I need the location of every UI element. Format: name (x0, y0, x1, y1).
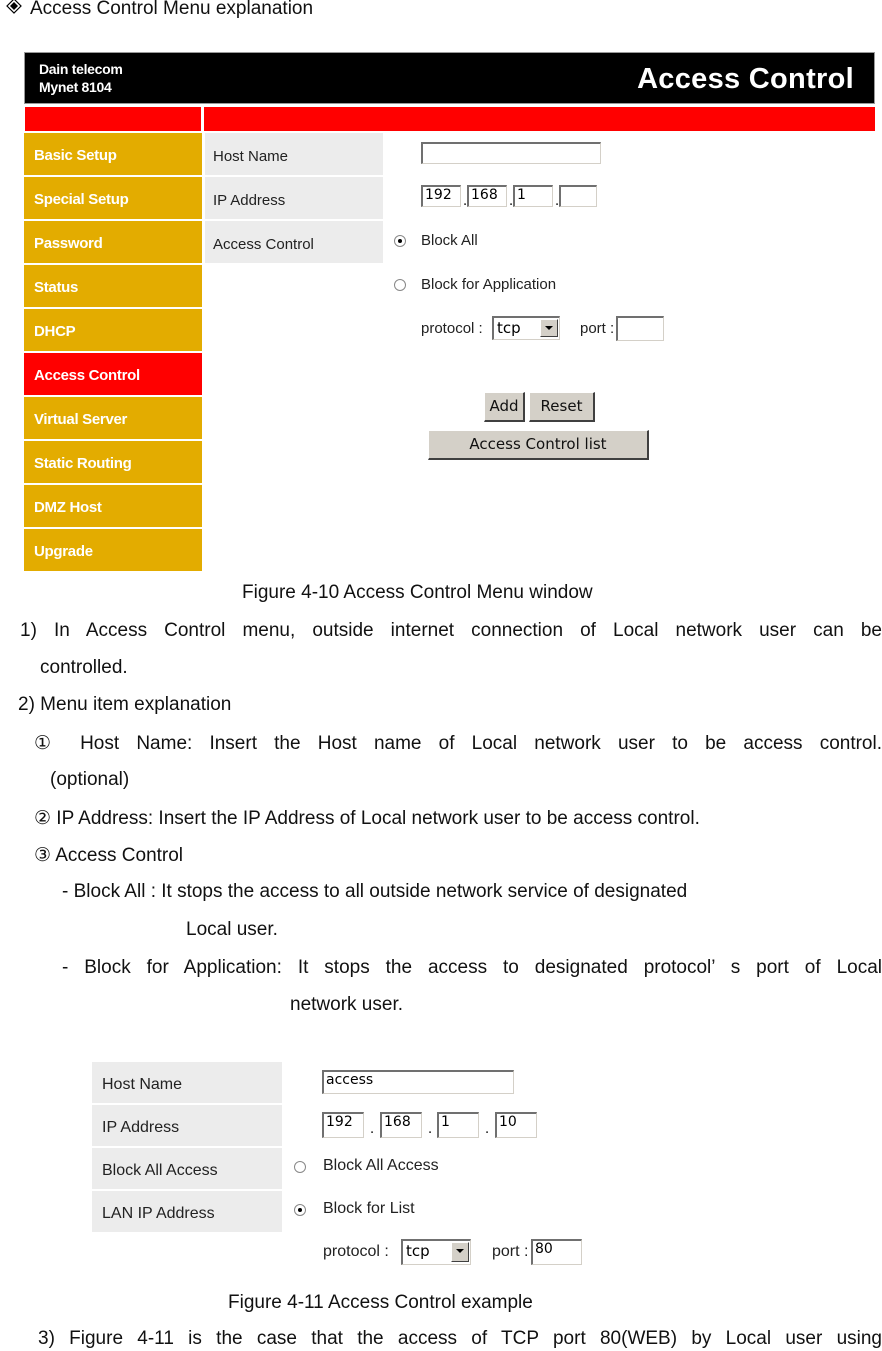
example-block-for-list-label: Block for List (323, 1200, 415, 1217)
sidebar-item-dmz-host[interactable]: DMZ Host (24, 485, 202, 527)
example-block-all-access-radio[interactable] (294, 1161, 306, 1173)
protocol-select-value: tcp (497, 319, 521, 337)
sidebar-item-access-control[interactable]: Access Control (24, 353, 202, 395)
paragraph-2: 2) Menu item explanation (18, 694, 232, 715)
brand-line1: Dain telecom (39, 61, 123, 77)
example-ip-octet-3-input[interactable]: 1 (437, 1112, 479, 1138)
protocol-select[interactable]: tcp (492, 316, 560, 340)
block-all-desc-line-1: - Block All : It stops the access to all… (62, 881, 688, 902)
example-field-labels: Host Name IP Address Block All Access LA… (92, 1062, 282, 1234)
sidebar-item-static-routing[interactable]: Static Routing (24, 441, 202, 483)
ip-octet-4-input[interactable] (559, 185, 597, 207)
chevron-down-icon[interactable] (540, 319, 558, 337)
example-ip-octet-2-input[interactable]: 168 (380, 1112, 422, 1138)
example-protocol-select[interactable]: tcp (401, 1239, 471, 1265)
block-for-application-label: Block for Application (421, 276, 557, 293)
field-labels: Host Name IP Address Access Control (205, 133, 383, 265)
sidebar-item-special-setup[interactable]: Special Setup (24, 177, 202, 219)
item-1-line-2: (optional) (50, 769, 130, 790)
ip-octet-2-input[interactable]: 168 (467, 185, 507, 207)
item-3: ③ Access Control (34, 845, 184, 866)
label-host-name: Host Name (92, 1062, 282, 1103)
block-all-radio[interactable] (394, 235, 406, 247)
ip-dot: . (485, 1122, 490, 1137)
ip-dot: . (370, 1122, 375, 1137)
brand-line2: Mynet 8104 (39, 79, 112, 95)
sidebar-item-upgrade[interactable]: Upgrade (24, 529, 202, 571)
protocol-label: protocol : (421, 320, 483, 337)
label-access-control: Access Control (205, 221, 383, 263)
ip-octet-1-input[interactable]: 192 (421, 185, 461, 207)
ip-octet-3-input[interactable]: 1 (513, 185, 553, 207)
paragraph-3-line-1: 3) Figure 4-11 is the case that the acce… (38, 1328, 882, 1349)
access-control-list-button[interactable]: Access Control list (428, 430, 649, 460)
paragraph-1-line-2: controlled. (40, 657, 128, 678)
port-input[interactable] (616, 316, 664, 341)
page-title: Access Control (637, 63, 854, 95)
label-block-all-access: Block All Access (92, 1148, 282, 1189)
block-app-desc-line-1: - Block for Application: It stops the ac… (62, 957, 882, 978)
example-ip-octet-1-input[interactable]: 192 (322, 1112, 364, 1138)
example-ip-octet-4-input[interactable]: 10 (495, 1112, 537, 1138)
section-heading-text: Access Control Menu explanation (30, 0, 314, 19)
item-1-line-1: ① Host Name: Insert the Host name of Loc… (34, 733, 882, 754)
paragraph-1-line-1: 1) In Access Control menu, outside inter… (20, 620, 882, 641)
example-block-for-list-radio[interactable] (294, 1204, 306, 1216)
sidebar-item-dhcp[interactable]: DHCP (24, 309, 202, 351)
brand-logo: Dain telecom Mynet 8104 (39, 60, 123, 96)
example-host-name-input[interactable]: access (322, 1070, 514, 1094)
figure-4-11-caption: Figure 4-11 Access Control example (228, 1292, 533, 1313)
ip-dot: . (428, 1122, 433, 1137)
example-protocol-label: protocol : (323, 1243, 389, 1260)
port-label: port : (580, 320, 615, 337)
label-host-name: Host Name (205, 133, 383, 175)
block-all-desc-line-2: Local user. (186, 919, 278, 940)
label-ip-address: IP Address (92, 1105, 282, 1146)
block-all-label: Block All (421, 232, 478, 249)
example-port-input[interactable]: 80 (531, 1239, 582, 1265)
router-header: Dain telecom Mynet 8104 Access Control (24, 52, 875, 104)
sidebar-item-password[interactable]: Password (24, 221, 202, 263)
reset-button[interactable]: Reset (529, 392, 595, 422)
example-protocol-select-value: tcp (406, 1242, 430, 1260)
host-name-input[interactable] (421, 142, 601, 164)
sidebar-menu: Basic Setup Special Setup Password Statu… (24, 133, 202, 573)
label-ip-address: IP Address (205, 177, 383, 219)
figure-4-10-caption: Figure 4-10 Access Control Menu window (242, 582, 593, 603)
chevron-down-icon[interactable] (451, 1242, 469, 1262)
diamond-bullet-icon (6, 0, 22, 20)
item-2: ② IP Address: Insert the IP Address of L… (34, 808, 700, 829)
content-header-bar (204, 107, 875, 131)
block-app-desc-line-2: network user. (290, 994, 403, 1015)
sidebar-item-basic-setup[interactable]: Basic Setup (24, 133, 202, 175)
section-heading: Access Control Menu explanation (6, 0, 313, 20)
example-port-label: port : (492, 1243, 529, 1260)
add-button[interactable]: Add (484, 392, 525, 422)
menu-header-bar (25, 107, 201, 131)
example-block-all-access-label: Block All Access (323, 1157, 439, 1174)
sidebar-item-status[interactable]: Status (24, 265, 202, 307)
label-lan-ip-address: LAN IP Address (92, 1191, 282, 1232)
access-control-menu-window: Dain telecom Mynet 8104 Access Control B… (24, 52, 875, 572)
block-for-application-radio[interactable] (394, 279, 406, 291)
sidebar-item-virtual-server[interactable]: Virtual Server (24, 397, 202, 439)
